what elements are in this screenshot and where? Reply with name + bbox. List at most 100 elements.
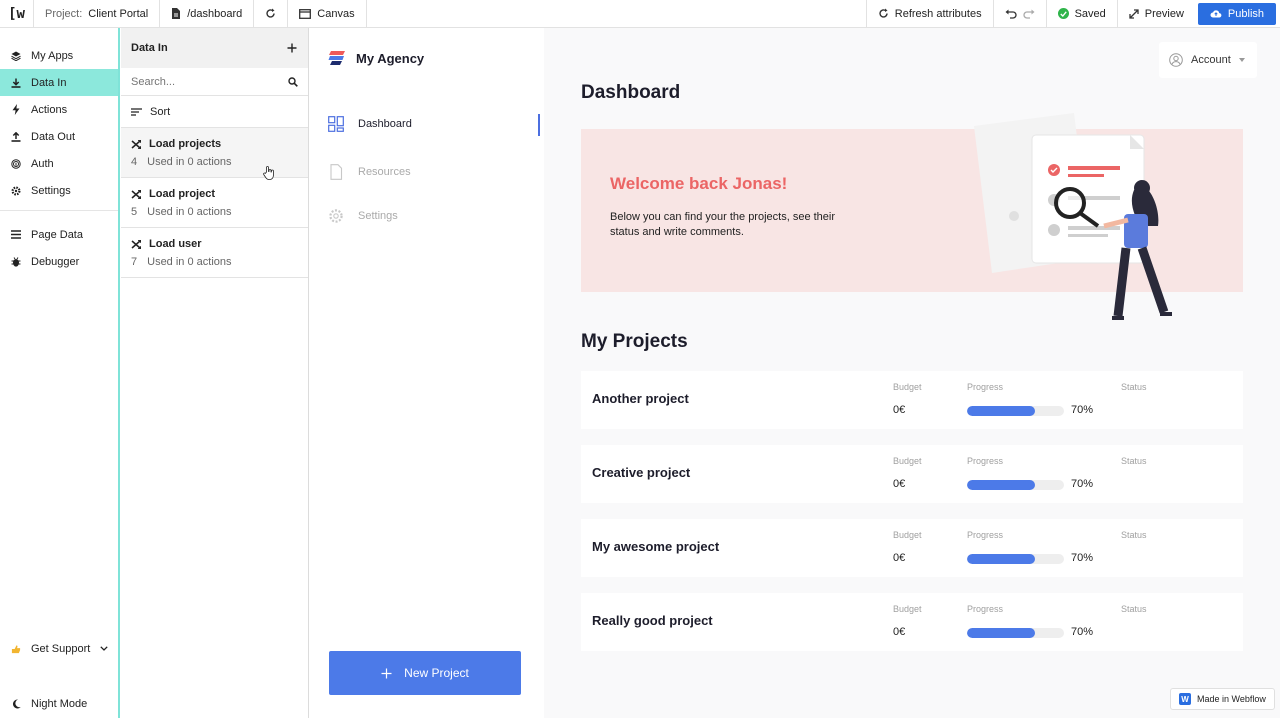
- nav-item-data-out[interactable]: Data Out: [0, 123, 118, 150]
- reload-button[interactable]: [254, 0, 289, 28]
- data-in-panel: Data In Sort Load projects 4 Used in 0 a…: [121, 28, 309, 718]
- canvas-label: Canvas: [317, 7, 355, 20]
- bolt-icon: [11, 104, 21, 115]
- layers-icon: [11, 51, 21, 61]
- data-source-usage: Used in 0 actions: [147, 256, 232, 268]
- search-input[interactable]: [131, 75, 271, 88]
- nav-item-auth[interactable]: Auth: [0, 150, 118, 177]
- moon-icon: [11, 698, 21, 709]
- main-content: Account Dashboard Welcome back Jonas! Be…: [544, 28, 1280, 718]
- page-path: /dashboard: [187, 7, 243, 20]
- brand-name: My Agency: [356, 50, 425, 66]
- undo-redo: [992, 0, 1046, 28]
- project-name: My awesome project: [592, 539, 720, 554]
- budget-label: Budget: [893, 530, 922, 540]
- progress-fill: [967, 628, 1035, 638]
- site-sidebar: My Agency Dashboard Resources Settings N…: [310, 28, 544, 718]
- site-nav-dashboard[interactable]: Dashboard: [328, 116, 412, 132]
- budget-label: Budget: [893, 382, 922, 392]
- reload-icon: [266, 8, 275, 18]
- nav-item-settings[interactable]: Settings: [0, 177, 118, 204]
- project-card[interactable]: My awesome project Budget Progress Statu…: [581, 519, 1243, 577]
- search-illustration: [974, 113, 1172, 320]
- shuffle-icon: [131, 139, 141, 149]
- made-in-webflow-badge[interactable]: W Made in Webflow: [1170, 688, 1275, 710]
- project-label: Project:: [45, 7, 83, 20]
- status-label: Status: [1121, 530, 1147, 540]
- section-title: My Projects: [581, 331, 688, 352]
- refresh-icon: [879, 8, 888, 18]
- shuffle-icon: [131, 239, 141, 249]
- download-icon: [11, 78, 21, 88]
- preview-button[interactable]: Preview: [1116, 0, 1195, 28]
- plus-icon: [381, 668, 392, 678]
- active-indicator: [538, 114, 540, 136]
- welcome-title: Welcome back Jonas!: [610, 174, 788, 193]
- refresh-attributes-button[interactable]: Refresh attributes: [865, 0, 993, 28]
- undo-icon[interactable]: [1005, 9, 1017, 19]
- gear-icon: [11, 185, 21, 196]
- project-name: Really good project: [592, 613, 713, 628]
- brand[interactable]: My Agency: [328, 50, 424, 66]
- page-title: Dashboard: [581, 82, 681, 103]
- nav-item-actions[interactable]: Actions: [0, 96, 118, 123]
- app-logo[interactable]: [w: [0, 0, 34, 28]
- project-name: Another project: [592, 391, 689, 406]
- panel-search: [121, 68, 308, 96]
- project-selector[interactable]: Project: Client Portal: [34, 0, 161, 28]
- data-source-id: 7: [131, 256, 138, 268]
- project-card[interactable]: Creative project Budget Progress Status …: [581, 445, 1243, 503]
- plus-icon[interactable]: [287, 43, 297, 53]
- project-card[interactable]: Really good project Budget Progress Stat…: [581, 593, 1243, 651]
- search-icon: [288, 76, 298, 87]
- progress-bar: [967, 480, 1064, 490]
- cloud-upload-icon: [1210, 10, 1222, 18]
- nav-item-data-in[interactable]: Data In: [0, 69, 118, 96]
- grid-icon: [328, 116, 344, 132]
- status-label: Status: [1121, 456, 1147, 466]
- status-label: Status: [1121, 382, 1147, 392]
- hand-icon: [11, 644, 21, 654]
- bug-icon: [11, 256, 21, 267]
- new-project-button[interactable]: New Project: [329, 651, 521, 695]
- progress-label: Progress: [967, 530, 1004, 540]
- nav-item-my-apps[interactable]: My Apps: [0, 42, 118, 69]
- budget-label: Budget: [893, 456, 922, 466]
- nav-divider: [0, 210, 118, 211]
- project-name: Creative project: [592, 465, 691, 480]
- gear-icon: [329, 209, 343, 223]
- project-name: Client Portal: [88, 7, 149, 20]
- nav-item-page-data[interactable]: Page Data: [0, 221, 118, 248]
- sort-button[interactable]: Sort: [121, 96, 308, 128]
- progress-bar: [967, 628, 1064, 638]
- fingerprint-icon: [11, 158, 21, 169]
- nav-item-debugger[interactable]: Debugger: [0, 248, 118, 275]
- progress-value: 70%: [1071, 626, 1094, 638]
- shuffle-icon: [131, 189, 141, 199]
- budget-value: 0€: [893, 478, 906, 490]
- progress-label: Progress: [967, 382, 1004, 392]
- get-support-button[interactable]: Get Support: [0, 635, 118, 662]
- progress-fill: [967, 554, 1035, 564]
- data-source-id: 4: [131, 156, 138, 168]
- page-path-selector[interactable]: /dashboard: [160, 0, 255, 28]
- account-button[interactable]: Account: [1159, 42, 1257, 78]
- site-nav-settings[interactable]: Settings: [328, 208, 398, 224]
- list-icon: [11, 230, 21, 240]
- data-source-item[interactable]: Load project 5 Used in 0 actions: [121, 178, 308, 228]
- project-card[interactable]: Another project Budget Progress Status 0…: [581, 371, 1243, 429]
- data-source-id: 5: [131, 206, 138, 218]
- data-source-item[interactable]: Load projects 4 Used in 0 actions: [121, 128, 308, 178]
- progress-bar: [967, 406, 1064, 416]
- data-source-item[interactable]: Load user 7 Used in 0 actions: [121, 228, 308, 278]
- publish-button[interactable]: Publish: [1197, 2, 1276, 25]
- progress-fill: [967, 406, 1035, 416]
- progress-label: Progress: [967, 604, 1004, 614]
- progress-fill: [967, 480, 1035, 490]
- site-nav-resources[interactable]: Resources: [328, 164, 411, 180]
- canvas-button[interactable]: Canvas: [288, 0, 367, 28]
- night-mode-toggle[interactable]: Night Mode: [0, 690, 118, 717]
- webflow-logo-icon: W: [1179, 693, 1191, 705]
- data-source-title: Load project: [149, 188, 216, 200]
- redo-icon[interactable]: [1023, 9, 1035, 19]
